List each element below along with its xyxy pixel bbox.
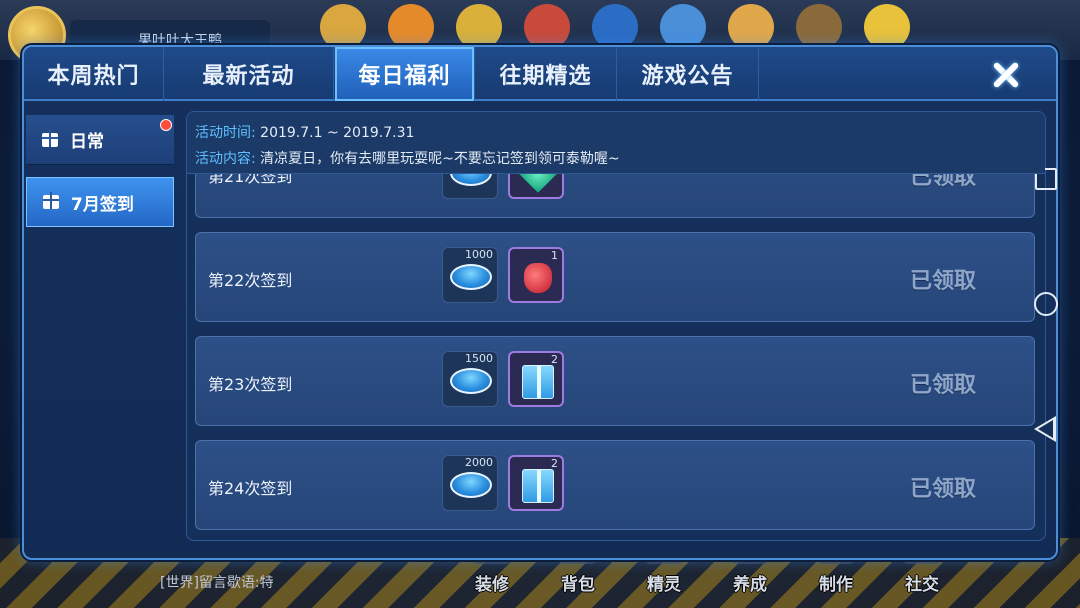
checkin-row-label: 第24次签到 — [208, 479, 293, 498]
event-info: 活动时间: 2019.7.1 ~ 2019.7.31 活动内容: 清凉夏日，你有… — [187, 112, 1045, 174]
gift-icon[interactable] — [728, 4, 774, 50]
reward-amount: 1500 — [465, 352, 493, 365]
sidebar-item-label: 7月签到 — [71, 194, 134, 215]
top-activity-icons — [320, 4, 910, 50]
notice-icon[interactable] — [660, 4, 706, 50]
reward-item[interactable]: 2 — [508, 455, 564, 511]
reward-coin[interactable]: 2000 — [442, 455, 498, 511]
event-time-value: 2019.7.1 ~ 2019.7.31 — [260, 125, 415, 141]
reward-item[interactable]: 1 — [508, 247, 564, 303]
checkin-row: 第23次签到 1500 2 已领取 — [195, 336, 1035, 426]
fire-icon[interactable] — [388, 4, 434, 50]
notification-dot — [160, 119, 172, 131]
potion-icon — [524, 263, 552, 293]
bear-icon[interactable] — [320, 4, 366, 50]
android-nav-bar — [1012, 0, 1080, 608]
coin-ufo-icon — [450, 368, 492, 394]
tab-weekly-hot[interactable]: 本周热门 — [24, 47, 164, 101]
spt-icon[interactable] — [592, 4, 638, 50]
coin-ufo-icon — [450, 472, 492, 498]
checkin-row: 第22次签到 1000 1 已领取 — [195, 232, 1035, 322]
reward-amount: 1 — [551, 249, 558, 262]
claimed-status: 已领取 — [909, 477, 976, 502]
tab-past-selection[interactable]: 往期精选 — [475, 47, 617, 101]
gift-icon — [43, 192, 59, 209]
sidebar-item-july-checkin[interactable]: 7月签到 — [26, 177, 174, 227]
reward-coin[interactable]: 1500 — [442, 351, 498, 407]
game-screen: 果吐吐大王鸭 [世界]留言歇语:特 装修 背包 精灵 养成 制作 社交 本周热门… — [0, 0, 1080, 608]
welfare-modal: 本周热门 最新活动 每日福利 往期精选 游戏公告 日常 7月签到 活动时间: 2… — [22, 45, 1058, 560]
chat-hint[interactable]: [世界]留言歇语:特 — [160, 572, 274, 592]
gift-icon — [42, 129, 58, 147]
tab-announcements[interactable]: 游戏公告 — [617, 47, 759, 101]
event-content-value: 清凉夏日，你有去哪里玩耍呢~不要忘记签到领可泰勒喔~ — [260, 151, 620, 167]
gift-box-icon — [522, 365, 554, 399]
claimed-status: 已领取 — [909, 373, 976, 398]
reward-amount: 1000 — [465, 248, 493, 261]
checkin-row: 第24次签到 2000 2 已领取 — [195, 440, 1035, 530]
event-time-label: 活动时间: — [195, 125, 256, 141]
claimed-status: 已领取 — [909, 269, 976, 294]
tab-daily-welfare[interactable]: 每日福利 — [335, 47, 475, 101]
checkin-row-label: 第22次签到 — [208, 271, 293, 290]
star-icon[interactable] — [456, 4, 502, 50]
event-content: 活动内容: 清凉夏日，你有去哪里玩耍呢~不要忘记签到领可泰勒喔~ — [195, 146, 1045, 172]
reward-amount: 2 — [551, 353, 558, 366]
checkin-row-label: 第23次签到 — [208, 375, 293, 394]
event-content-label: 活动内容: — [195, 151, 256, 167]
creature-icon[interactable] — [796, 4, 842, 50]
reward-amount: 2000 — [465, 456, 493, 469]
back-icon[interactable] — [1034, 416, 1056, 442]
gift-box-icon — [522, 469, 554, 503]
sidebar-item-label: 日常 — [70, 132, 104, 152]
reward-amount: 2 — [551, 457, 558, 470]
reward-item[interactable]: 2 — [508, 351, 564, 407]
diamond-icon[interactable] — [864, 4, 910, 50]
tab-bar: 本周热门 最新活动 每日福利 往期精选 游戏公告 — [24, 47, 1056, 101]
checkin-panel: 活动时间: 2019.7.1 ~ 2019.7.31 活动内容: 清凉夏日，你有… — [186, 111, 1046, 541]
sidebar-item-daily[interactable]: 日常 — [26, 115, 174, 165]
coin-ufo-icon — [450, 264, 492, 290]
home-icon[interactable] — [1034, 292, 1058, 316]
rooster-icon[interactable] — [524, 4, 570, 50]
reward-coin[interactable]: 1000 — [442, 247, 498, 303]
tab-latest-events[interactable]: 最新活动 — [164, 47, 334, 101]
event-time: 活动时间: 2019.7.1 ~ 2019.7.31 — [195, 120, 1045, 146]
